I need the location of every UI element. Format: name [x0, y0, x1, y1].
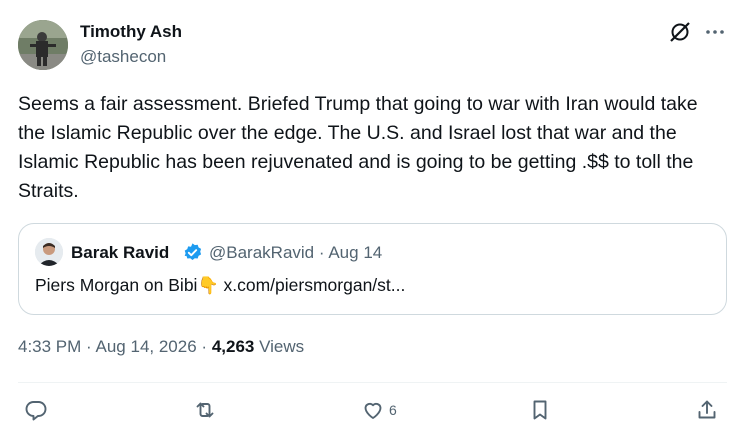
more-horizontal-icon[interactable]	[703, 20, 727, 44]
tweet-date[interactable]: Aug 14, 2026	[96, 337, 197, 356]
views-label: Views	[259, 337, 305, 356]
retweet-icon	[196, 402, 214, 418]
retweet-button[interactable]	[193, 397, 217, 423]
quoted-author-name[interactable]: Barak Ravid	[71, 243, 169, 263]
meta-separator: ·	[86, 337, 92, 356]
quoted-text: Piers Morgan on Bibi👇 x.com/piersmorgan/…	[35, 275, 405, 296]
quoted-author-handle[interactable]: @BarakRavid	[209, 243, 314, 262]
verified-badge-icon	[182, 242, 203, 263]
reply-button[interactable]	[24, 397, 48, 423]
quoted-text-body: Piers Morgan on Bibi	[35, 275, 198, 295]
author-name[interactable]: Timothy Ash	[80, 22, 182, 42]
quoted-link[interactable]: x.com/piersmorgan/st...	[224, 275, 406, 295]
tweet-text: Seems a fair assessment. Briefed Trump t…	[18, 93, 698, 202]
like-button[interactable]: 6	[361, 397, 397, 423]
reply-icon	[25, 401, 47, 421]
meta-separator: ·	[201, 337, 208, 356]
tweet-time[interactable]: 4:33 PM	[18, 337, 81, 356]
quoted-tweet[interactable]: Barak Ravid @BarakRavid · Aug 14 Piers M…	[18, 223, 727, 315]
views-count[interactable]: 4,263	[212, 337, 255, 356]
author-handle[interactable]: @tashecon	[80, 47, 166, 67]
grok-slash-icon[interactable]	[668, 20, 692, 44]
like-count: 6	[389, 402, 397, 418]
tweet-metadata: 4:33 PM · Aug 14, 2026 · 4,263 Views	[18, 337, 304, 357]
quoted-author-avatar[interactable]	[35, 238, 63, 266]
heart-icon	[364, 402, 382, 419]
quoted-meta: @BarakRavid · Aug 14	[209, 243, 382, 263]
share-button[interactable]	[695, 397, 719, 423]
pointing-down-emoji: 👇	[197, 276, 219, 295]
bookmark-button[interactable]	[528, 397, 552, 423]
meta-separator: ·	[318, 243, 325, 262]
author-avatar[interactable]	[18, 20, 68, 70]
share-icon	[698, 400, 716, 419]
quoted-date[interactable]: Aug 14	[328, 243, 382, 262]
bookmark-icon	[533, 400, 547, 420]
divider	[18, 382, 727, 383]
